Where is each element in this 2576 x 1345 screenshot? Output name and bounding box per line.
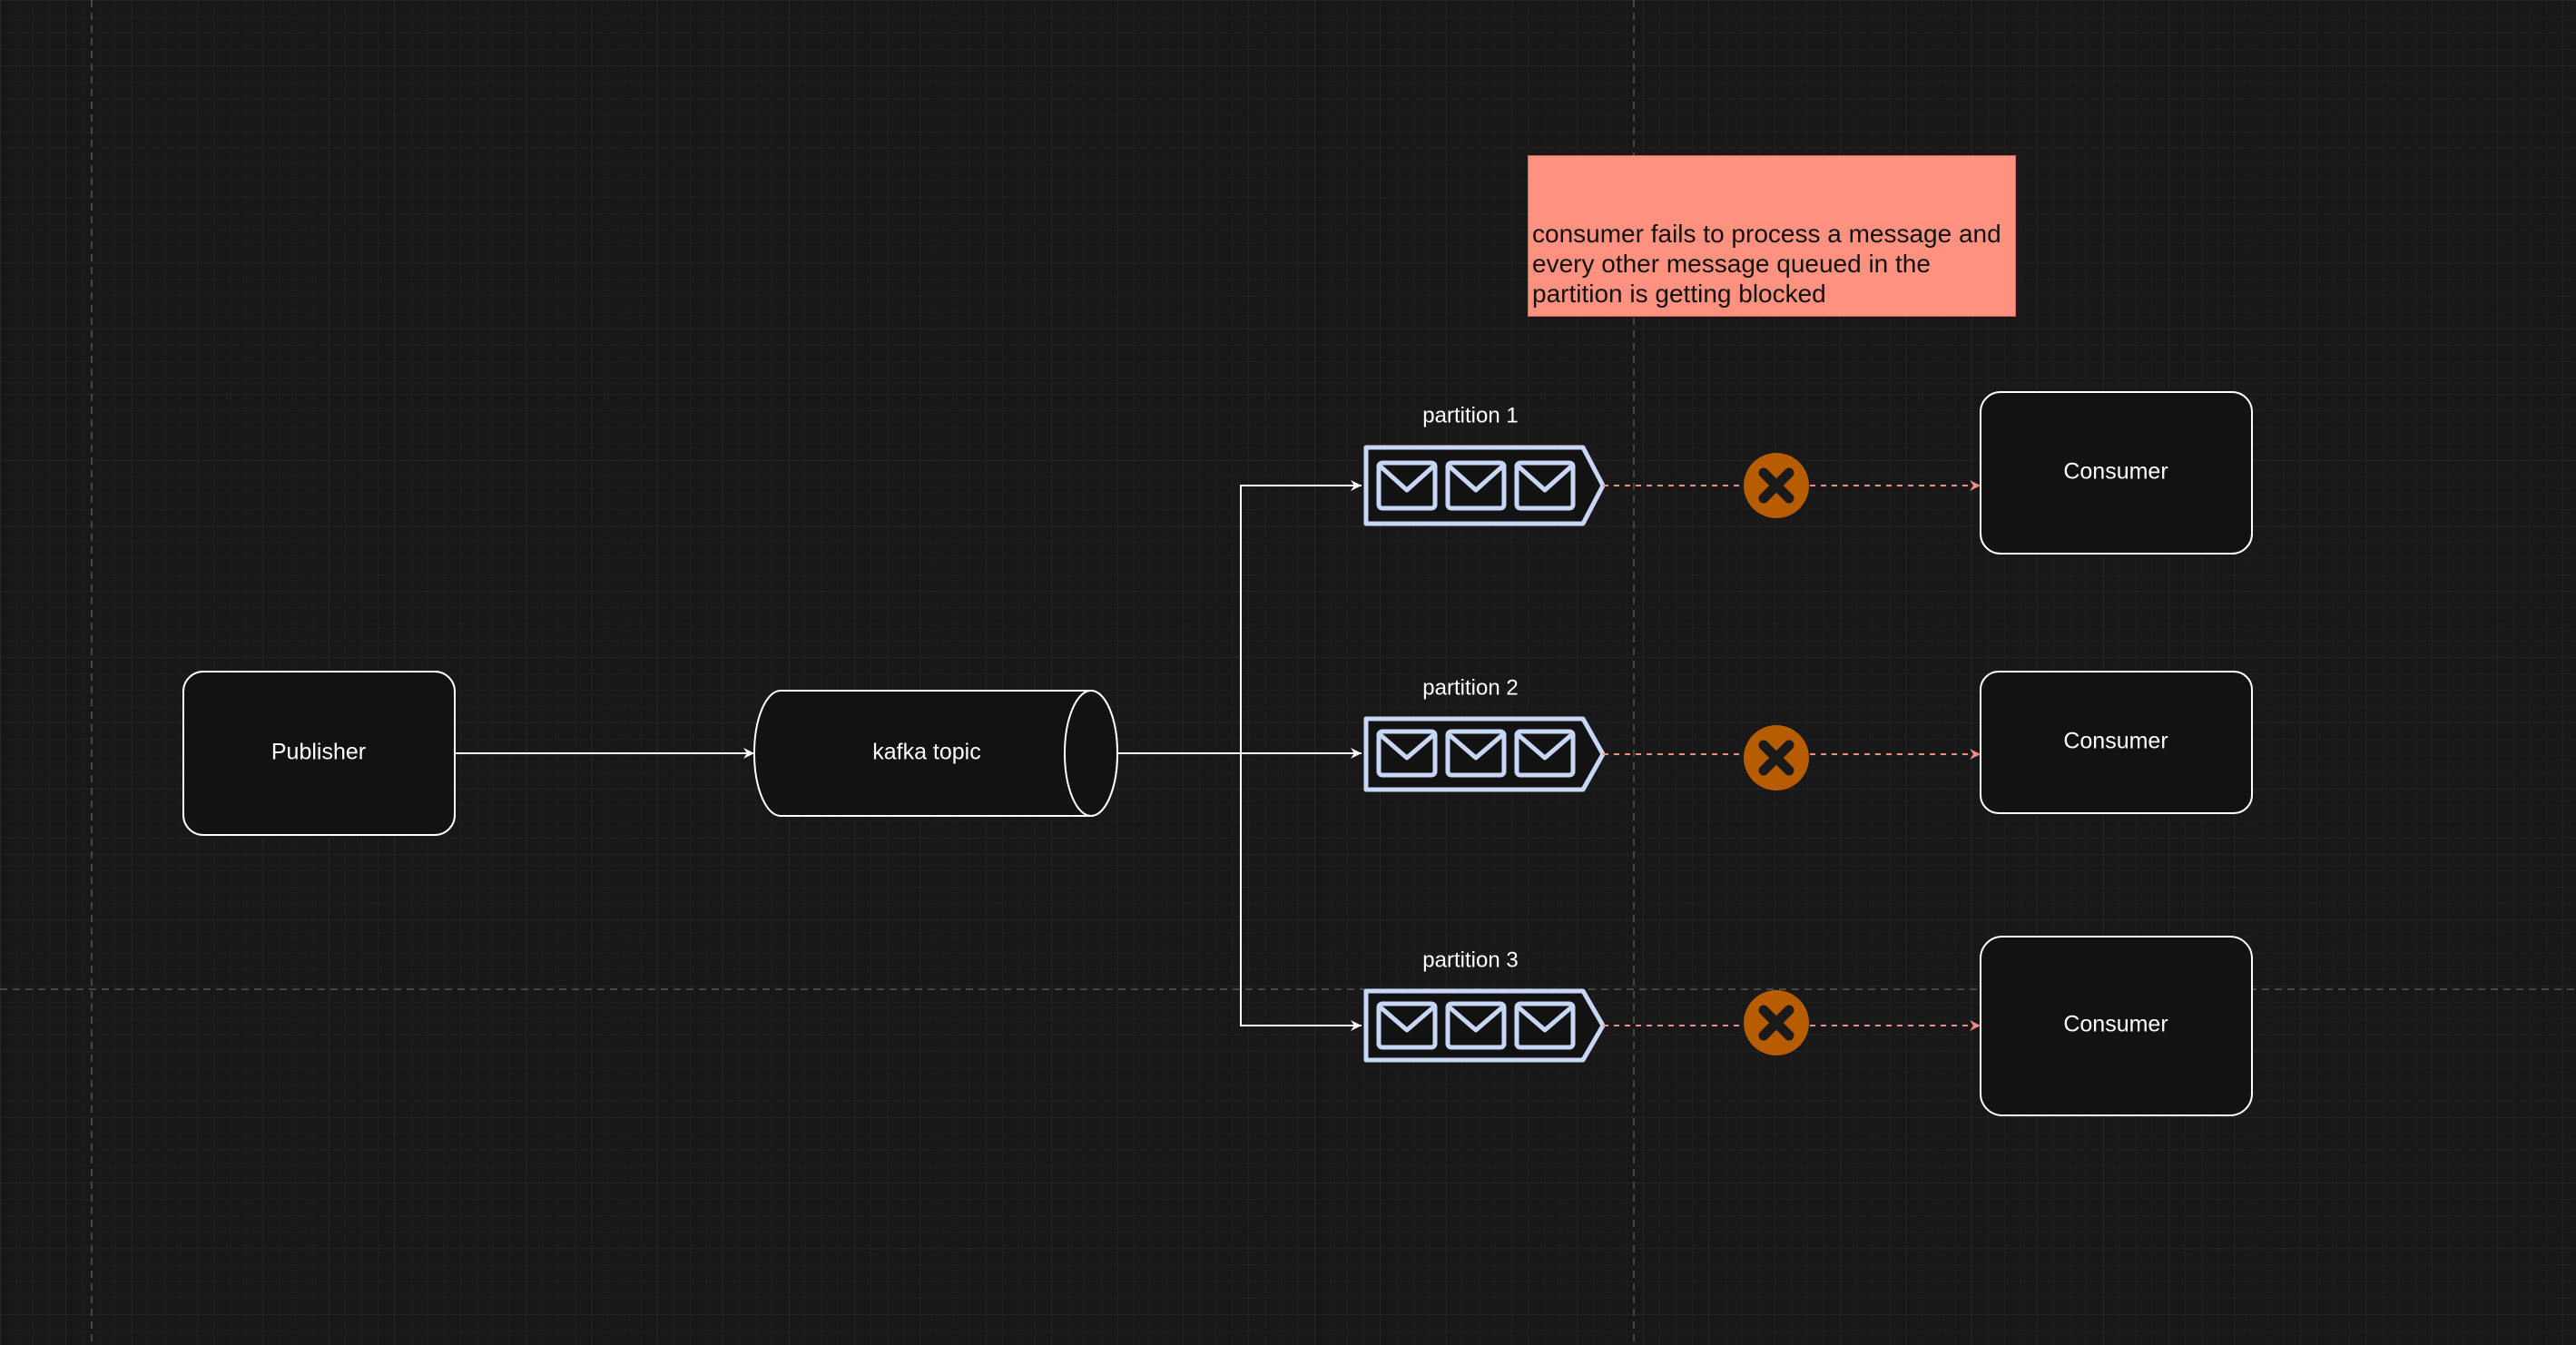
publisher-label: Publisher bbox=[271, 740, 366, 765]
partition-label: partition 1 bbox=[1422, 403, 1518, 427]
diagram-canvas: Publisher kafka topic partition 1 partit… bbox=[0, 0, 2576, 1345]
x-circle-icon bbox=[1744, 725, 1809, 790]
partition-queue bbox=[1363, 988, 1606, 1063]
annotation-note-text: consumer fails to process a message and … bbox=[1532, 220, 2001, 308]
consumer-label: Consumer bbox=[2063, 1012, 2168, 1037]
x-circle-icon bbox=[1744, 453, 1809, 518]
partition-label: partition 2 bbox=[1422, 675, 1518, 700]
annotation-note[interactable]: consumer fails to process a message and … bbox=[1528, 155, 2016, 317]
partition-queue bbox=[1363, 445, 1606, 526]
partition-queue bbox=[1363, 716, 1606, 792]
consumer-label: Consumer bbox=[2063, 459, 2168, 485]
consumer-node-3[interactable]: Consumer bbox=[1980, 936, 2253, 1116]
publisher-node[interactable]: Publisher bbox=[182, 671, 456, 836]
consumer-node-2[interactable]: Consumer bbox=[1980, 671, 2253, 814]
consumer-label: Consumer bbox=[2063, 729, 2168, 754]
partition-label: partition 3 bbox=[1422, 947, 1518, 972]
kafka-topic-node[interactable]: kafka topic bbox=[753, 690, 1118, 817]
kafka-topic-label: kafka topic bbox=[872, 740, 981, 765]
x-circle-icon bbox=[1744, 990, 1809, 1055]
consumer-node-1[interactable]: Consumer bbox=[1980, 391, 2253, 555]
